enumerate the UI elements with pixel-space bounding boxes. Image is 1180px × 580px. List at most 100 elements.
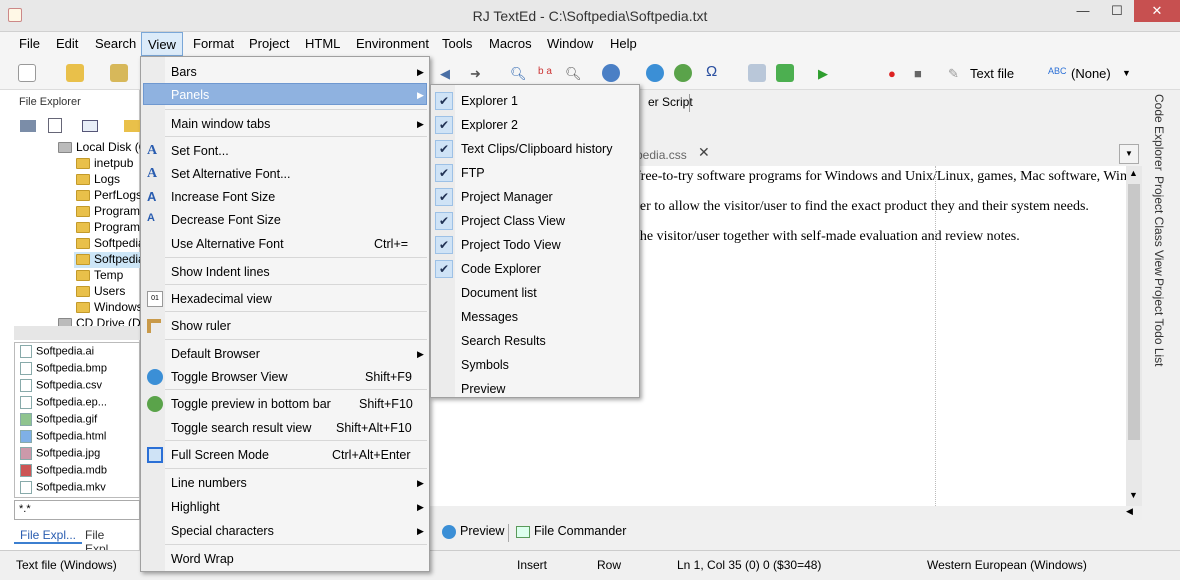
tree-item[interactable]: Logs (76, 172, 120, 188)
tabs-dropdown-button[interactable]: ▼ (1119, 144, 1139, 164)
drives-icon[interactable] (20, 120, 36, 132)
stop-icon[interactable]: ■ (914, 66, 922, 81)
tab-project-class-view[interactable]: Project Class View (1152, 176, 1166, 276)
tree-item[interactable]: ProgramD (76, 220, 149, 236)
copy-icon[interactable] (48, 118, 62, 133)
menu-item-toggle-preview[interactable]: Toggle preview in bottom bar Shift+F10 (171, 397, 421, 411)
find-next-icon[interactable]: 🔍︎ (565, 66, 582, 82)
scroll-left-icon[interactable]: ◀ (1126, 506, 1133, 517)
menu-item-set-font[interactable]: Set Font... (171, 144, 229, 158)
tab-project-todo-list[interactable]: Project Todo List (1152, 278, 1166, 367)
tab-file-explorer-1[interactable]: File Expl... (14, 528, 83, 544)
panel-item[interactable]: Project Manager (461, 190, 553, 204)
menu-item-toggle-search[interactable]: Toggle search result view Shift+Alt+F10 (171, 421, 421, 435)
menu-item-use-alt-font[interactable]: Use Alternative Font Ctrl+= (171, 237, 421, 251)
find-icon[interactable]: 🔍︎ (510, 66, 527, 82)
open-icon[interactable] (66, 64, 84, 82)
minimize-button[interactable]: — (1066, 0, 1100, 22)
menu-project[interactable]: Project (249, 36, 289, 51)
scroll-thumb[interactable] (1128, 184, 1140, 440)
menu-file[interactable]: File (19, 36, 40, 51)
panel-item[interactable]: FTP (461, 166, 485, 180)
tree-item[interactable]: PerfLogs (76, 188, 142, 204)
panel-item[interactable]: Explorer 2 (461, 118, 518, 132)
menu-item-default-browser[interactable]: Default Browser (171, 347, 260, 361)
file-item[interactable]: Softpedia.mdb (20, 464, 107, 477)
panel-item[interactable]: Document list (461, 286, 537, 300)
panel-item[interactable]: Code Explorer (461, 262, 541, 276)
file-item[interactable]: Softpedia.html (20, 430, 106, 443)
menu-format[interactable]: Format (193, 36, 234, 51)
globe-green-icon[interactable] (674, 64, 692, 82)
panel-item[interactable]: Search Results (461, 334, 546, 348)
menu-item-main-window-tabs[interactable]: Main window tabs (171, 117, 270, 131)
text-file-dropdown[interactable]: Text file (970, 66, 1014, 81)
filter-input[interactable]: *.* (14, 500, 140, 520)
panel-item[interactable]: Symbols (461, 358, 509, 372)
menu-item-panels[interactable]: Panels (171, 88, 209, 102)
menu-item-decrease-font[interactable]: Decrease Font Size (171, 213, 281, 227)
file-item[interactable]: Softpedia.ai (20, 345, 94, 358)
menu-item-highlight[interactable]: Highlight (171, 500, 220, 514)
horizontal-scrollbar[interactable]: ◀ (430, 506, 1142, 520)
browser-icon[interactable] (602, 64, 620, 82)
chevron-down-icon[interactable]: ▼ (1122, 68, 1131, 78)
puzzle-icon[interactable] (776, 64, 794, 82)
file-item[interactable]: Softpedia.csv (20, 379, 102, 392)
panel-item[interactable]: Preview (461, 382, 505, 396)
replace-icon[interactable]: b a (538, 66, 552, 77)
save-icon[interactable] (110, 64, 128, 82)
panel-item[interactable]: Explorer 1 (461, 94, 518, 108)
menu-search[interactable]: Search (95, 36, 136, 51)
tree-item-selected[interactable]: Softpedia (74, 252, 145, 268)
view-icon[interactable] (82, 120, 98, 132)
globe-icon[interactable] (646, 64, 664, 82)
tab-file-commander[interactable]: File Commander (516, 524, 626, 538)
file-item[interactable]: Softpedia.ep... (20, 396, 107, 409)
menu-window[interactable]: Window (547, 36, 593, 51)
tree-item[interactable]: Windows (76, 300, 143, 316)
clipboard-icon[interactable] (748, 64, 766, 82)
status-insert-mode[interactable]: Insert (517, 558, 547, 572)
status-encoding[interactable]: Western European (Windows) (927, 558, 1087, 572)
up-folder-icon[interactable] (124, 120, 140, 132)
scroll-down-icon[interactable]: ▼ (1129, 490, 1138, 500)
tab-code-explorer[interactable]: Code Explorer (1152, 94, 1166, 171)
record-icon[interactable]: ● (888, 66, 896, 81)
menu-item-special-chars[interactable]: Special characters (171, 524, 274, 538)
menu-item-word-wrap[interactable]: Word Wrap (171, 552, 234, 566)
file-item[interactable]: Softpedia.jpg (20, 447, 100, 460)
menu-item-full-screen[interactable]: Full Screen Mode Ctrl+Alt+Enter (171, 448, 421, 462)
new-file-icon[interactable] (18, 64, 36, 82)
panel-item[interactable]: Project Todo View (461, 238, 561, 252)
close-button[interactable]: ✕ (1134, 0, 1180, 22)
scroll-up-icon[interactable]: ▲ (1129, 168, 1138, 178)
tab-preview[interactable]: Preview (442, 524, 504, 539)
run-icon[interactable]: ▶ (818, 66, 828, 82)
tree-item[interactable]: CD Drive (D: (58, 316, 144, 326)
file-item[interactable]: Softpedia.gif (20, 413, 97, 426)
menu-item-line-numbers[interactable]: Line numbers (171, 476, 247, 490)
menu-tools[interactable]: Tools (442, 36, 472, 51)
panel-item[interactable]: Messages (461, 310, 518, 324)
maximize-button[interactable]: ☐ (1100, 0, 1134, 22)
menu-item-show-ruler[interactable]: Show ruler (171, 319, 231, 333)
vertical-scrollbar[interactable]: ▲ ▼ (1126, 166, 1142, 506)
panel-item[interactable]: Project Class View (461, 214, 565, 228)
menu-item-hex-view[interactable]: Hexadecimal view (171, 292, 272, 306)
menu-environment[interactable]: Environment (356, 36, 429, 51)
tree-item[interactable]: Users (76, 284, 125, 300)
horizontal-scrollbar[interactable] (14, 326, 140, 340)
menu-view[interactable]: View (141, 32, 183, 56)
menu-item-indent-lines[interactable]: Show Indent lines (171, 265, 270, 279)
menu-macros[interactable]: Macros (489, 36, 532, 51)
menu-edit[interactable]: Edit (56, 36, 78, 51)
forward-icon[interactable]: ➜ (470, 66, 481, 82)
tree-item[interactable]: Temp (76, 268, 123, 284)
menu-item-bars[interactable]: Bars (171, 65, 197, 79)
omega-icon[interactable]: Ω (706, 63, 717, 80)
close-tab-icon[interactable]: ✕ (698, 144, 710, 161)
language-dropdown[interactable]: (None) (1071, 66, 1111, 81)
menu-item-increase-font[interactable]: Increase Font Size (171, 190, 275, 204)
tab-css[interactable]: pedia.css (636, 148, 687, 162)
